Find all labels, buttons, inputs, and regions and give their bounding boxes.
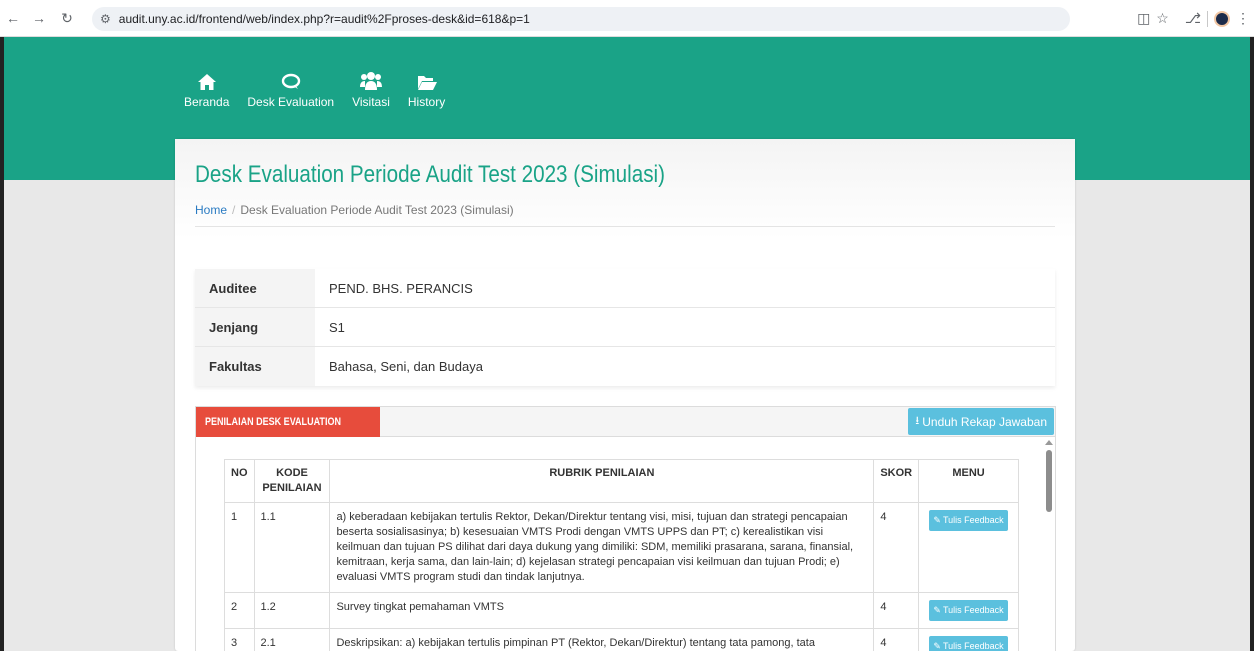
nav-item-visitasi[interactable]: Visitasi (343, 67, 399, 109)
window-border-right (1250, 37, 1254, 651)
cell-rubrik: a) keberadaan kebijakan tertulis Rektor,… (329, 502, 875, 593)
col-header-no: NO (224, 459, 255, 503)
cell-skor: 4 (873, 502, 920, 593)
profile-avatar[interactable] (1214, 10, 1230, 27)
main-nav: Beranda Desk Evaluation Visitasi History (184, 67, 454, 109)
table-header-row: NO KODE PENILAIAN RUBRIK PENILAIAN SKOR … (224, 459, 1019, 503)
site-info-icon[interactable]: ⚙ (100, 12, 111, 26)
download-recap-button[interactable]: ⭳ Unduh Rekap Jawaban (908, 408, 1054, 435)
scroll-up-arrow-icon[interactable] (1045, 440, 1053, 445)
tab-label: PENILAIAN DESK EVALUATION (205, 416, 341, 428)
cell-rubrik: Survey tingkat pemahaman VMTS (329, 592, 875, 629)
cell-kode: 1.2 (253, 592, 331, 629)
toolbar-divider (1207, 10, 1208, 27)
header-divider (195, 226, 1055, 227)
panel-scrollbar[interactable] (1043, 438, 1055, 651)
breadcrumb: Home / Desk Evaluation Periode Audit Test … (195, 203, 514, 217)
content-card: Desk Evaluation Periode Audit Test 2023 … (175, 139, 1075, 651)
breadcrumb-current: Desk Evaluation Periode Audit Test 2023 … (240, 203, 514, 217)
cell-no: 3 (224, 628, 255, 651)
cell-skor: 4 (873, 592, 920, 629)
nav-item-history[interactable]: History (399, 67, 454, 109)
feedback-label: Tulis Feedback (942, 515, 1004, 525)
panel-header: PENILAIAN DESK EVALUATION ⭳ Unduh Rekap … (196, 407, 1055, 437)
info-row-fakultas: Fakultas Bahasa, Seni, dan Budaya (195, 347, 1055, 386)
nav-item-beranda[interactable]: Beranda (184, 67, 238, 109)
bookmark-star-icon[interactable]: ☆ (1156, 10, 1169, 27)
pencil-icon: ✎ (933, 641, 941, 651)
info-row-auditee: Auditee PEND. BHS. PERANCIS (195, 269, 1055, 308)
breadcrumb-separator: / (232, 203, 236, 217)
table-row: 3 2.1 Deskripsikan: a) kebijakan tertuli… (224, 628, 1019, 651)
write-feedback-button[interactable]: ✎ Tulis Feedback (929, 510, 1008, 531)
col-header-rubrik: RUBRIK PENILAIAN (329, 459, 875, 503)
nav-item-label: History (407, 95, 446, 109)
extensions-icon[interactable]: ⎇ (1185, 10, 1201, 27)
info-label: Auditee (195, 269, 315, 307)
nav-item-label: Visitasi (352, 95, 390, 109)
url-text: audit.uny.ac.id/frontend/web/index.php?r… (118, 12, 530, 26)
cell-skor: 4 (873, 628, 920, 651)
cell-rubrik: Deskripsikan: a) kebijakan tertulis pimp… (329, 628, 875, 651)
write-feedback-button[interactable]: ✎ Tulis Feedback (929, 600, 1008, 621)
info-value: S1 (329, 319, 345, 335)
reload-icon[interactable]: ↻ (56, 7, 78, 29)
col-header-skor: SKOR (873, 459, 920, 503)
breadcrumb-home-link[interactable]: Home (195, 203, 227, 217)
info-label: Jenjang (195, 308, 315, 346)
browser-toolbar: ← → ↻ ⚙ audit.uny.ac.id/frontend/web/ind… (0, 0, 1254, 37)
info-value: PEND. BHS. PERANCIS (329, 280, 473, 296)
cell-kode: 2.1 (253, 628, 331, 651)
table-row: 2 1.2 Survey tingkat pemahaman VMTS 4 ✎ T… (224, 592, 1019, 629)
write-feedback-button[interactable]: ✎ Tulis Feedback (929, 636, 1008, 651)
address-bar[interactable]: ⚙ audit.uny.ac.id/frontend/web/index.php… (92, 7, 1070, 31)
auditee-info-table: Auditee PEND. BHS. PERANCIS Jenjang S1 F… (195, 269, 1055, 386)
scrollbar-thumb[interactable] (1046, 450, 1052, 512)
cell-kode: 1.1 (253, 502, 331, 593)
cell-no: 1 (224, 502, 255, 593)
penilaian-panel: PENILAIAN DESK EVALUATION ⭳ Unduh Rekap … (195, 406, 1056, 651)
menu-kebab-icon[interactable]: ⋮ (1236, 10, 1250, 27)
translate-icon[interactable]: ◫ (1137, 10, 1150, 27)
feedback-label: Tulis Feedback (942, 605, 1004, 615)
page-title: Desk Evaluation Periode Audit Test 2023 … (195, 161, 666, 188)
chat-icon (281, 67, 301, 91)
folder-open-icon (417, 67, 437, 91)
cell-menu: ✎ Tulis Feedback (918, 592, 1019, 629)
pencil-icon: ✎ (933, 605, 941, 615)
forward-icon[interactable]: → (28, 7, 50, 29)
cell-menu: ✎ Tulis Feedback (918, 628, 1019, 651)
info-row-jenjang: Jenjang S1 (195, 308, 1055, 347)
cell-menu: ✎ Tulis Feedback (918, 502, 1019, 593)
table-row: 1 1.1 a) keberadaan kebijakan tertulis R… (224, 502, 1019, 593)
rubrik-scroll-area[interactable]: NO KODE PENILAIAN RUBRIK PENILAIAN SKOR … (196, 438, 1055, 651)
feedback-label: Tulis Feedback (942, 641, 1004, 651)
download-recap-label: Unduh Rekap Jawaban (922, 414, 1047, 429)
col-header-menu: MENU (918, 459, 1019, 503)
card-header: Desk Evaluation Periode Audit Test 2023 … (175, 139, 1075, 239)
info-label: Fakultas (195, 347, 315, 386)
col-header-kode: KODE PENILAIAN (253, 459, 331, 503)
users-icon (359, 67, 382, 91)
tab-penilaian-desk-evaluation[interactable]: PENILAIAN DESK EVALUATION (196, 407, 380, 437)
nav-item-desk-evaluation[interactable]: Desk Evaluation (238, 67, 343, 109)
home-icon (197, 67, 217, 91)
rubrik-table: NO KODE PENILAIAN RUBRIK PENILAIAN SKOR … (224, 459, 1019, 651)
download-icon: ⭳ (915, 415, 920, 427)
cell-no: 2 (224, 592, 255, 629)
pencil-icon: ✎ (933, 515, 941, 525)
back-icon[interactable]: ← (2, 7, 24, 29)
info-value: Bahasa, Seni, dan Budaya (329, 359, 483, 374)
nav-item-label: Desk Evaluation (247, 95, 335, 109)
nav-item-label: Beranda (184, 95, 230, 109)
